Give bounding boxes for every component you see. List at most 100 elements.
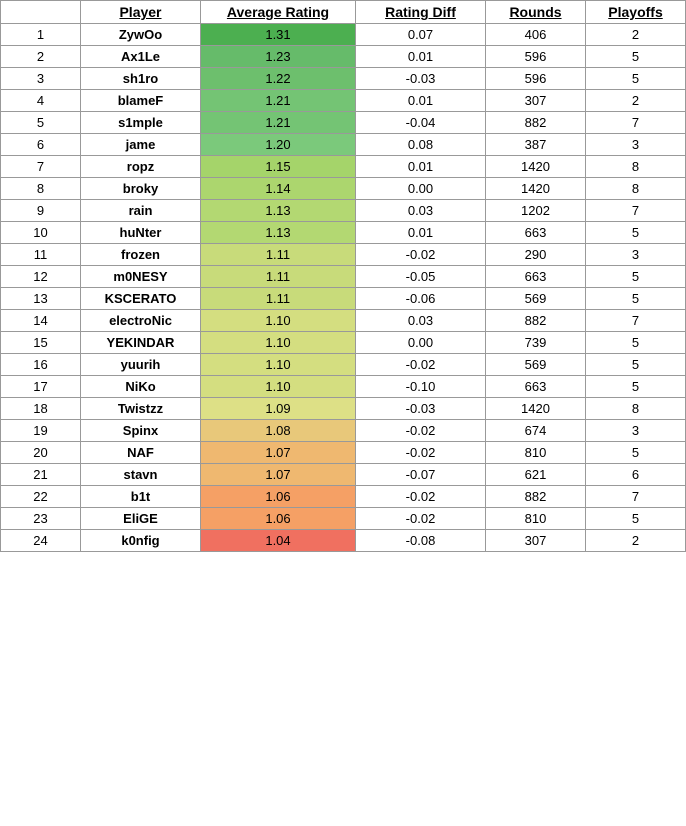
table-row: 6jame1.200.083873 [1,134,686,156]
player-name-cell: YEKINDAR [81,332,201,354]
rating-diff-cell: -0.08 [356,530,486,552]
avg-rating-cell: 1.04 [201,530,356,552]
playoffs-cell: 2 [586,530,686,552]
playoffs-cell: 7 [586,310,686,332]
table-row: 14electroNic1.100.038827 [1,310,686,332]
playoffs-cell: 5 [586,222,686,244]
playoffs-cell: 3 [586,244,686,266]
rounds-cell: 569 [486,354,586,376]
table-row: 4blameF1.210.013072 [1,90,686,112]
playoffs-cell: 5 [586,442,686,464]
rank-cell: 19 [1,420,81,442]
player-name-cell: NAF [81,442,201,464]
rating-diff-cell: 0.03 [356,200,486,222]
rank-cell: 4 [1,90,81,112]
rating-diff-cell: 0.03 [356,310,486,332]
avg-rating-cell: 1.11 [201,288,356,310]
avg-rating-cell: 1.14 [201,178,356,200]
table-row: 5s1mple1.21-0.048827 [1,112,686,134]
rank-cell: 21 [1,464,81,486]
playoffs-cell: 2 [586,90,686,112]
table-row: 17NiKo1.10-0.106635 [1,376,686,398]
rating-diff-cell: -0.04 [356,112,486,134]
rank-cell: 17 [1,376,81,398]
playoffs-cell: 8 [586,178,686,200]
avg-rating-cell: 1.08 [201,420,356,442]
avg-rating-cell: 1.20 [201,134,356,156]
table-row: 16yuurih1.10-0.025695 [1,354,686,376]
rank-cell: 23 [1,508,81,530]
table-row: 20NAF1.07-0.028105 [1,442,686,464]
avg-rating-cell: 1.09 [201,398,356,420]
player-name-cell: EliGE [81,508,201,530]
table-row: 8broky1.140.0014208 [1,178,686,200]
playoffs-cell: 7 [586,200,686,222]
avg-rating-cell: 1.21 [201,90,356,112]
avg-rating-cell: 1.07 [201,464,356,486]
rating-diff-cell: -0.05 [356,266,486,288]
avg-rating-cell: 1.10 [201,354,356,376]
rank-cell: 12 [1,266,81,288]
avg-rating-cell: 1.10 [201,376,356,398]
player-name-cell: k0nfig [81,530,201,552]
rating-diff-cell: -0.02 [356,486,486,508]
player-name-cell: broky [81,178,201,200]
rank-cell: 8 [1,178,81,200]
rank-cell: 9 [1,200,81,222]
rounds-cell: 621 [486,464,586,486]
rounds-cell: 1202 [486,200,586,222]
rating-diff-cell: -0.03 [356,398,486,420]
playoffs-cell: 3 [586,134,686,156]
rating-diff-cell: 0.01 [356,156,486,178]
rating-diff-cell: -0.02 [356,508,486,530]
rounds-cell: 663 [486,266,586,288]
rounds-cell: 307 [486,530,586,552]
avg-rating-cell: 1.06 [201,508,356,530]
table-row: 22b1t1.06-0.028827 [1,486,686,508]
player-name-cell: yuurih [81,354,201,376]
rating-diff-cell: -0.02 [356,420,486,442]
rounds-cell: 663 [486,376,586,398]
playoffs-cell: 7 [586,486,686,508]
rank-cell: 14 [1,310,81,332]
table-row: 12m0NESY1.11-0.056635 [1,266,686,288]
player-name-cell: electroNic [81,310,201,332]
rating-diff-cell: 0.01 [356,222,486,244]
rating-diff-cell: -0.03 [356,68,486,90]
rounds-cell: 810 [486,508,586,530]
rating-diff-cell: 0.08 [356,134,486,156]
table-row: 2Ax1Le1.230.015965 [1,46,686,68]
avg-rating-cell: 1.11 [201,244,356,266]
rating-diff-cell: -0.02 [356,442,486,464]
table-row: 23EliGE1.06-0.028105 [1,508,686,530]
playoffs-cell: 5 [586,68,686,90]
table-row: 18Twistzz1.09-0.0314208 [1,398,686,420]
table-row: 10huNter1.130.016635 [1,222,686,244]
player-name-cell: KSCERATO [81,288,201,310]
table-row: 24k0nfig1.04-0.083072 [1,530,686,552]
rating-diff-cell: -0.02 [356,244,486,266]
header-avg-rating: Average Rating [201,1,356,24]
table-row: 19Spinx1.08-0.026743 [1,420,686,442]
rank-cell: 6 [1,134,81,156]
avg-rating-cell: 1.23 [201,46,356,68]
rounds-cell: 569 [486,288,586,310]
playoffs-cell: 6 [586,464,686,486]
avg-rating-cell: 1.10 [201,332,356,354]
playoffs-cell: 5 [586,376,686,398]
table-row: 21stavn1.07-0.076216 [1,464,686,486]
header-rank [1,1,81,24]
header-player: Player [81,1,201,24]
rank-cell: 11 [1,244,81,266]
rank-cell: 20 [1,442,81,464]
player-name-cell: s1mple [81,112,201,134]
rank-cell: 1 [1,24,81,46]
playoffs-cell: 5 [586,354,686,376]
rank-cell: 22 [1,486,81,508]
player-name-cell: ZywOo [81,24,201,46]
player-name-cell: Ax1Le [81,46,201,68]
rounds-cell: 663 [486,222,586,244]
rounds-cell: 290 [486,244,586,266]
avg-rating-cell: 1.11 [201,266,356,288]
playoffs-cell: 8 [586,398,686,420]
